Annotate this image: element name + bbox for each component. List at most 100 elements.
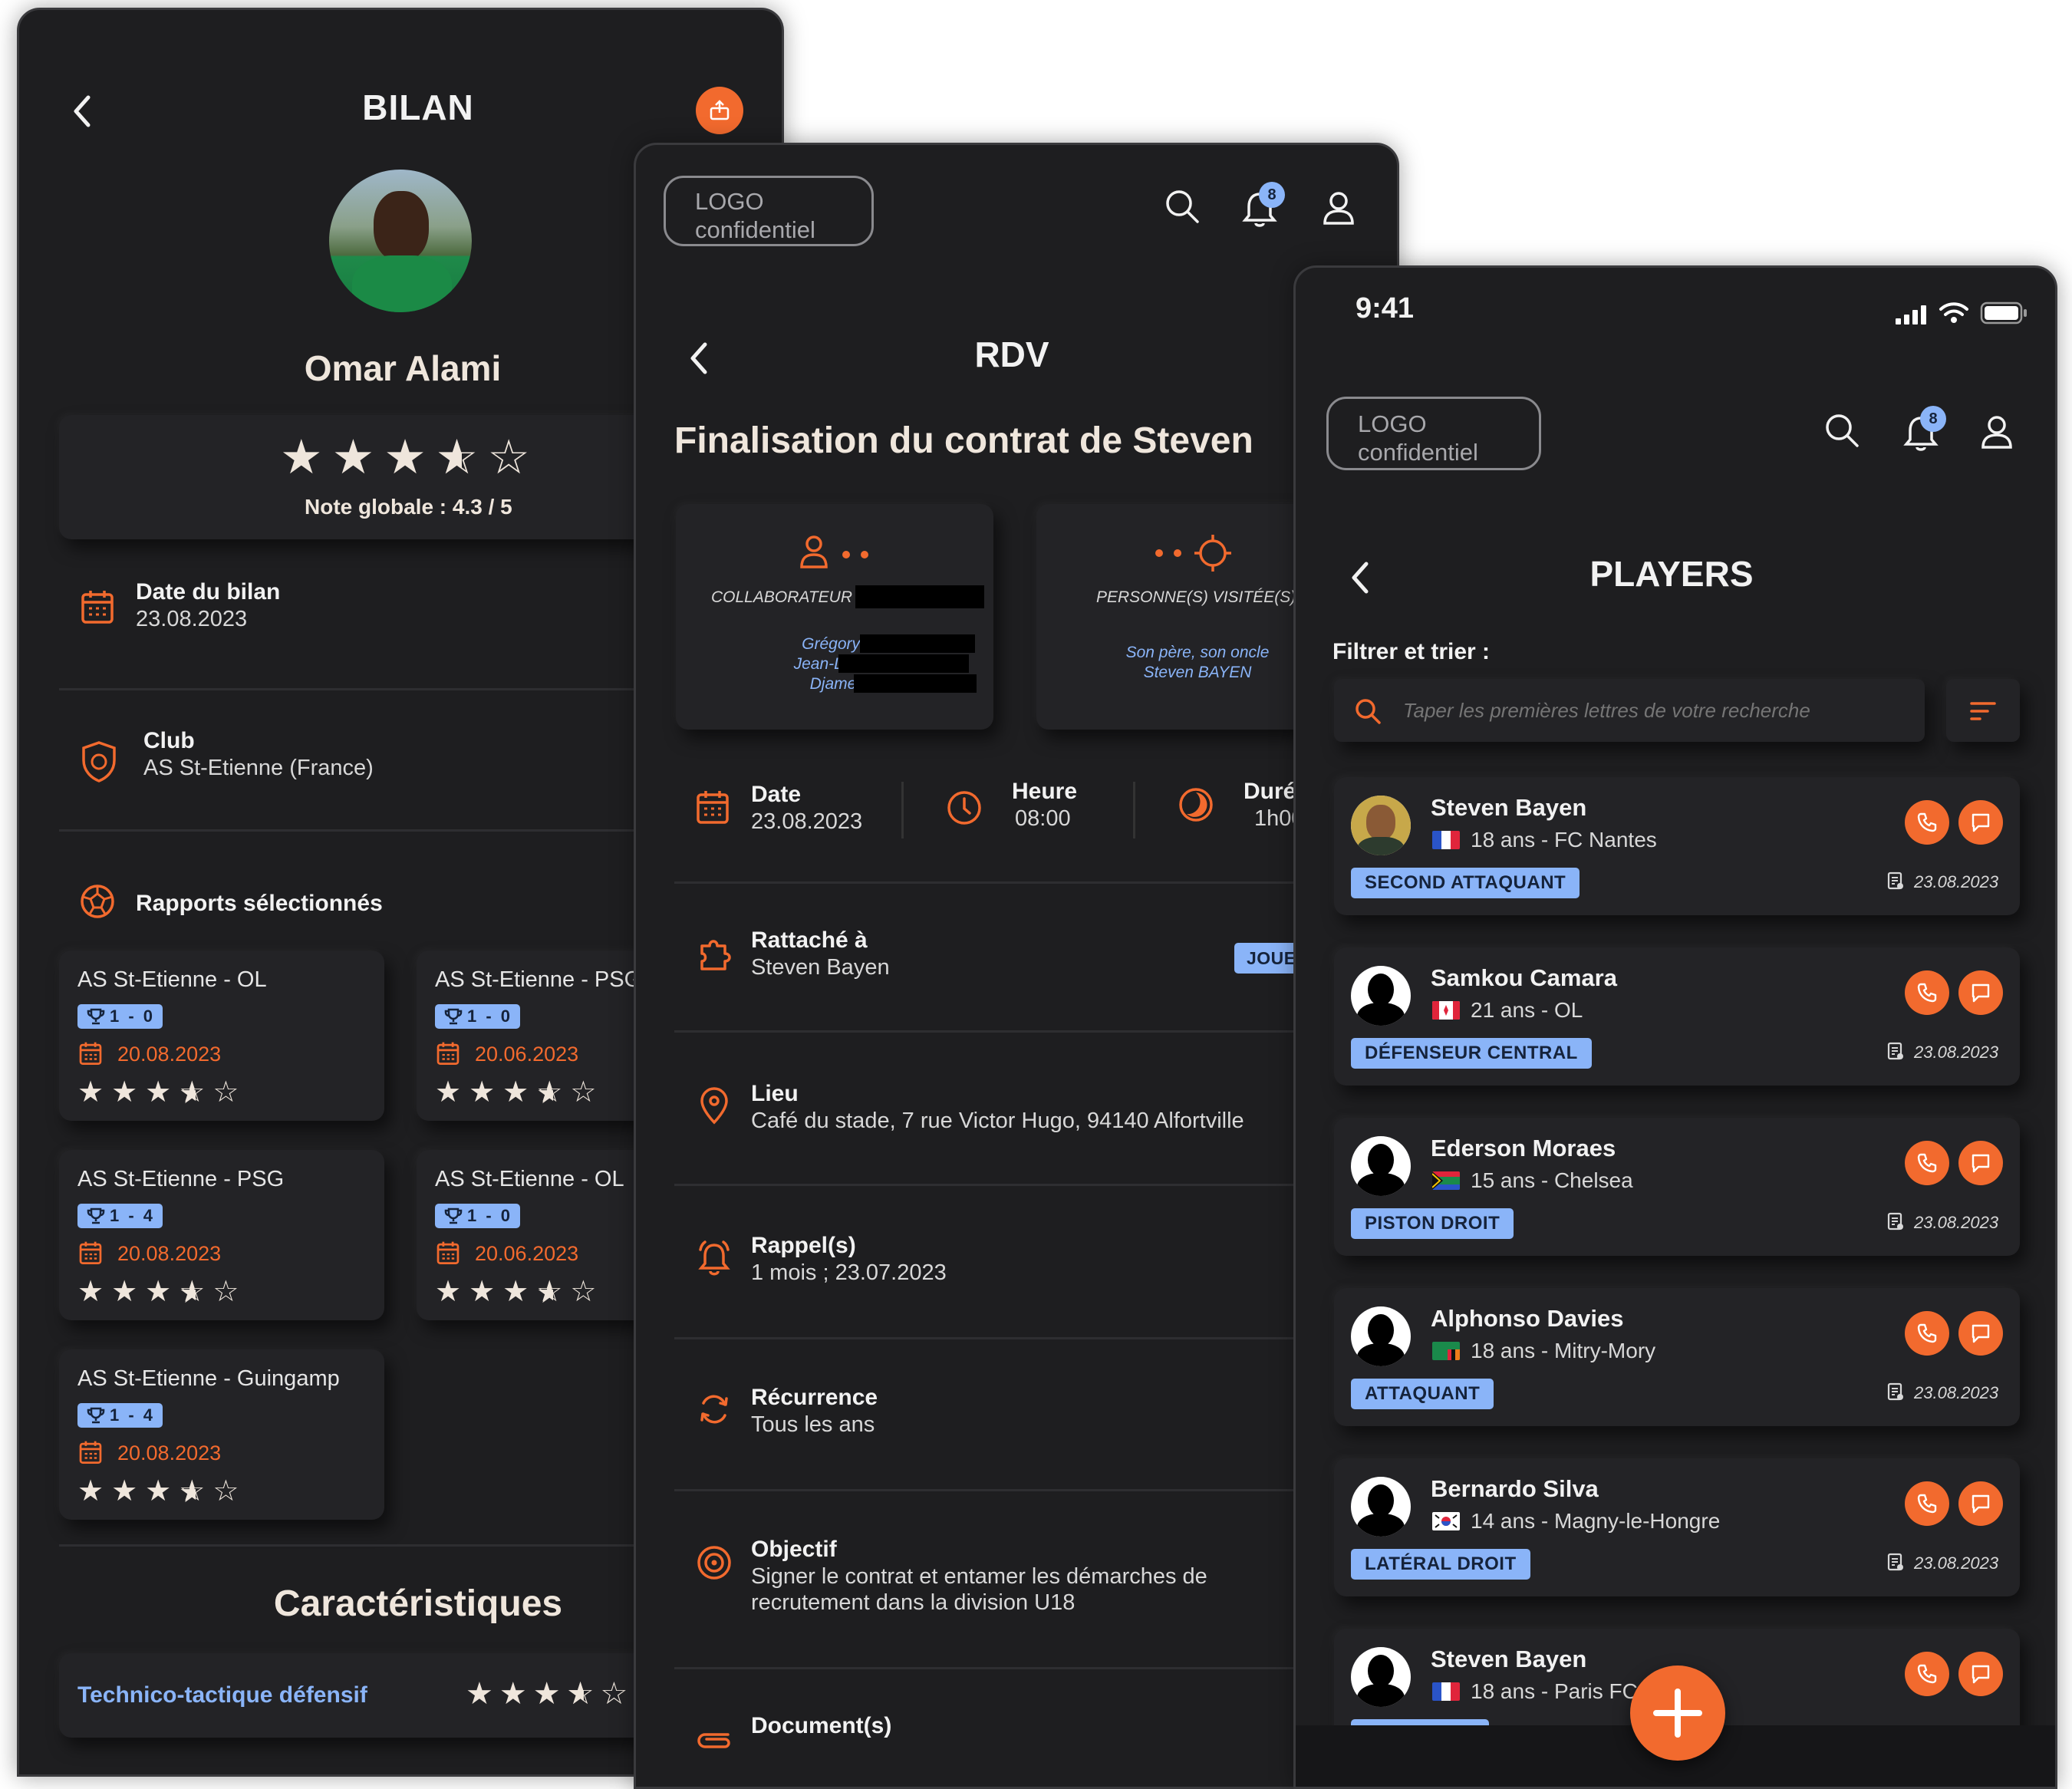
report-card[interactable]: AS St-Etienne - Guingamp 1 - 4 20.08.202… [59, 1349, 384, 1520]
report-card[interactable]: AS St-Etienne - OL 1 - 0 20.08.2023 ★★★☆… [59, 951, 384, 1121]
star-empty-icon: ☆ [570, 1276, 604, 1308]
documents-label: Document(s) [751, 1713, 892, 1738]
star-full-icon: ★ [145, 1475, 180, 1507]
visited-line1: Son père, son oncle [1125, 644, 1270, 661]
objective-line2: recrutement dans la division U18 [751, 1590, 1076, 1615]
logo-text-line1: LOGO [1358, 410, 1427, 437]
user-icon[interactable] [1980, 413, 2014, 450]
logo-text-line2: confidentiel [1358, 439, 1478, 466]
duration-icon [1178, 786, 1214, 823]
trophy-icon [87, 1207, 105, 1224]
calendar-icon [79, 1042, 102, 1065]
flag-icon [1432, 1171, 1460, 1190]
position-badge: LATÉRAL DROIT [1351, 1549, 1530, 1580]
search-input[interactable] [1402, 693, 1911, 728]
export-button[interactable] [696, 87, 743, 134]
call-button[interactable] [1905, 800, 1949, 845]
player-info: 18 ans - Paris FC [1471, 1679, 1638, 1703]
report-match: AS St-Etienne - PSG [77, 1167, 285, 1191]
call-button[interactable] [1905, 1141, 1949, 1185]
date-value: 23.08.2023 [751, 809, 863, 834]
sort-icon [1969, 700, 1997, 722]
message-button[interactable] [1958, 970, 2003, 1015]
call-button[interactable] [1905, 970, 1949, 1015]
club-shield-icon [81, 740, 117, 783]
calendar-icon [696, 789, 730, 825]
message-button[interactable] [1958, 1481, 2003, 1526]
message-button[interactable] [1958, 800, 2003, 845]
search-icon[interactable] [1823, 412, 1860, 449]
report-date: 23.08.2023 [1914, 1553, 1999, 1573]
flag-icon [1432, 1512, 1460, 1530]
phone-icon [1917, 1153, 1937, 1173]
player-card[interactable]: Bernardo Silva 14 ans - Magny-le-Hongre … [1334, 1458, 2020, 1596]
sort-button[interactable] [1946, 679, 2020, 742]
global-rating-text: Note globale : 4.3 / 5 [305, 495, 512, 519]
chat-icon [1972, 813, 1990, 832]
player-name: Alphonso Davies [1431, 1305, 1624, 1332]
signal-icon [1896, 305, 1929, 328]
redaction-bar [855, 585, 984, 608]
club-label: Club [143, 728, 195, 753]
message-button[interactable] [1958, 1311, 2003, 1356]
phone-icon [1917, 1494, 1937, 1514]
call-button[interactable] [1905, 1481, 1949, 1526]
star-full-icon: ★ [145, 1076, 180, 1109]
alarm-bell-icon [696, 1239, 733, 1277]
page-title: PLAYERS [1589, 554, 1754, 594]
phone-icon [1917, 1323, 1937, 1343]
recurrence-icon [697, 1391, 731, 1428]
avatar [1351, 1647, 1411, 1707]
reports-label: Rapports sélectionnés [136, 891, 383, 916]
add-player-button[interactable] [1630, 1665, 1725, 1761]
notification-badge: 8 [1259, 182, 1285, 208]
star-half-icon: ☆★ [536, 1076, 571, 1110]
star-full-icon: ★ [435, 1076, 469, 1109]
trophy-icon [87, 1008, 105, 1025]
report-score-text: 1 - 4 [110, 1405, 156, 1425]
message-button[interactable] [1958, 1141, 2003, 1185]
report-score: 1 - 4 [77, 1204, 163, 1228]
flag-icon [1432, 831, 1460, 849]
user-icon[interactable] [1322, 189, 1356, 226]
place-value: Café du stade, 7 rue Victor Hugo, 94140 … [751, 1109, 1244, 1133]
chat-icon [1972, 1665, 1990, 1684]
star-full-icon: ★ [331, 431, 384, 484]
report-score: 1 - 4 [77, 1403, 163, 1428]
call-button[interactable] [1905, 1311, 1949, 1356]
back-chevron-icon[interactable] [1349, 561, 1371, 595]
player-card[interactable]: Samkou Camara 21 ans - OL DÉFENSEUR CENT… [1334, 947, 2020, 1086]
trophy-icon [444, 1008, 463, 1025]
star-full-icon: ★ [280, 431, 332, 484]
recurrence-value: Tous les ans [751, 1412, 875, 1437]
player-info: 18 ans - FC Nantes [1471, 828, 1657, 852]
back-chevron-icon[interactable] [688, 341, 710, 375]
star-full-icon: ★ [111, 1076, 146, 1109]
player-info: 14 ans - Magny-le-Hongre [1471, 1509, 1721, 1533]
player-name: Bernardo Silva [1431, 1475, 1599, 1502]
players-screen: 9:41 LOGO confidentiel 8 PLAYERS Filtrer… [1293, 265, 2057, 1789]
flag-icon [1432, 1342, 1460, 1360]
search-icon[interactable] [1164, 188, 1201, 225]
page-title: BILAN [362, 87, 474, 127]
player-card[interactable]: Ederson Moraes 15 ans - Chelsea PISTON D… [1334, 1118, 2020, 1256]
report-date: 20.06.2023 [475, 1242, 579, 1265]
message-button[interactable] [1958, 1652, 2003, 1696]
back-chevron-icon[interactable] [71, 94, 93, 128]
report-match: AS St-Etienne - OL [435, 1167, 624, 1191]
logo-placeholder: LOGO confidentiel [664, 176, 874, 246]
player-card[interactable]: Alphonso Davies 18 ans - Mitry-Mory ATTA… [1334, 1288, 2020, 1426]
search-bar[interactable] [1334, 679, 1925, 742]
call-button[interactable] [1905, 1652, 1949, 1696]
star-empty-icon: ☆ [570, 1076, 604, 1109]
player-card[interactable]: Steven Bayen 18 ans - FC Nantes SECOND A… [1334, 777, 2020, 915]
recurrence-label: Récurrence [751, 1385, 878, 1410]
report-date: 23.08.2023 [1914, 1043, 1999, 1062]
star-full-icon: ★ [145, 1276, 180, 1308]
chat-icon [1972, 1324, 1990, 1343]
star-half-icon: ☆★ [179, 1076, 213, 1110]
star-full-icon: ★ [77, 1276, 112, 1308]
report-card[interactable]: AS St-Etienne - PSG 1 - 4 20.08.2023 ★★★… [59, 1150, 384, 1320]
phone-icon [1917, 1664, 1937, 1684]
characteristic-stars: ★★★☆★☆ [466, 1677, 634, 1711]
